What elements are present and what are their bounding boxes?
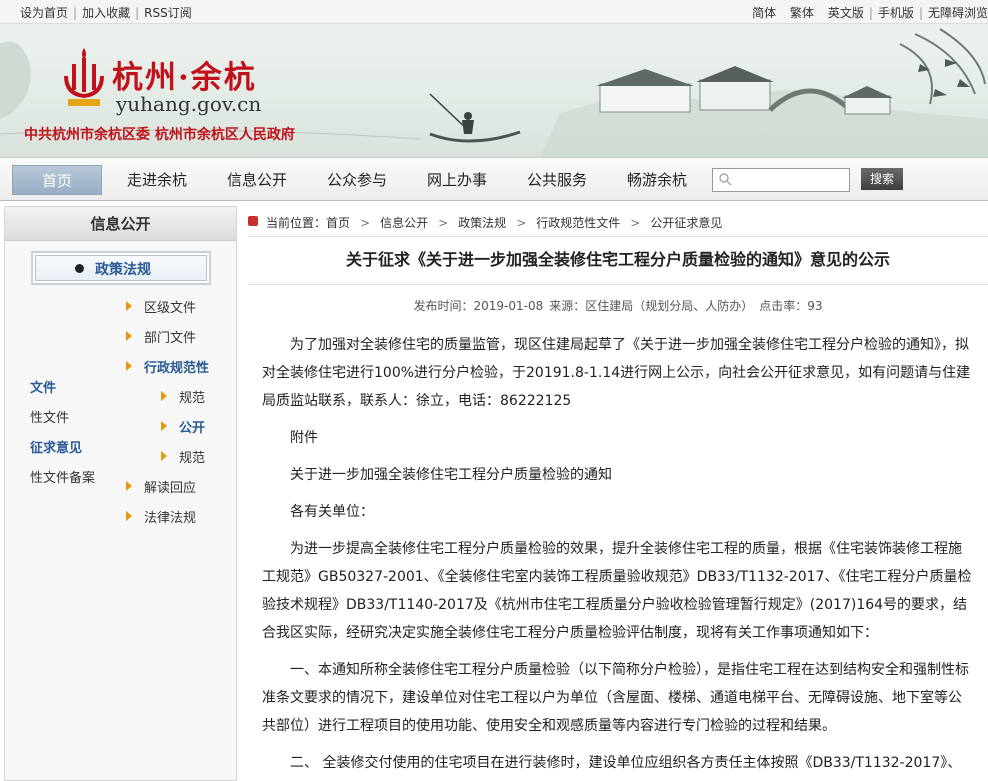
chevron-right-icon: >: [630, 216, 641, 230]
divider: |: [918, 6, 923, 20]
nav-about-yuhang[interactable]: 走进余杭: [112, 165, 202, 195]
breadcrumb-normative-docs[interactable]: 行政规范性文件: [536, 216, 620, 230]
article-paragraph: 为进一步提高全装修住宅工程分户质量检验的效果，提升全装修住宅工程的质量，根据《住…: [262, 541, 972, 641]
arrow-right-icon: [126, 481, 132, 491]
sidebar-item-interpretation[interactable]: 解读回应: [144, 477, 196, 496]
simplified-chinese-link[interactable]: 简体: [752, 6, 776, 20]
arrow-right-icon: [126, 361, 132, 371]
divider: [781, 6, 785, 20]
breadcrumb-solicit[interactable]: 公开征求意见: [650, 216, 722, 230]
publish-date: 发布时间：2019-01-08: [413, 299, 544, 313]
english-link[interactable]: 英文版: [828, 6, 864, 20]
accessibility-link[interactable]: 无障碍浏览: [928, 6, 988, 20]
arrow-right-icon: [126, 301, 132, 311]
sidebar-title: 信息公开: [5, 207, 236, 241]
breadcrumb-info-disclosure[interactable]: 信息公开: [380, 216, 428, 230]
nav-info-disclosure[interactable]: 信息公开: [212, 165, 302, 195]
site-banner: 杭州·余杭 yuhang.gov.cn 中共杭州市余杭区委 杭州市余杭区人民政府: [0, 24, 988, 157]
divider: |: [73, 6, 78, 20]
divider: [248, 236, 988, 237]
article-body: 为了加强对全装修住宅的质量监管，现区住建局起草了《关于进一步加强全装修住宅工程分…: [262, 331, 974, 781]
divider: [819, 6, 823, 20]
add-favorite-link[interactable]: 加入收藏: [82, 6, 130, 20]
top-utility-bar: 设为首页 | 加入收藏 | RSS订阅 简体 繁体 英文版 | 手机版 | 无障碍浏览: [0, 0, 988, 24]
breadcrumb: 当前位置：首页 > 信息公开 > 政策法规 > 行政规范性文件 > 公开征求意见: [248, 211, 988, 235]
top-right-links: 简体 繁体 英文版 | 手机版 | 无障碍浏览: [752, 4, 988, 21]
search-input[interactable]: [712, 168, 850, 192]
sidebar-item-normative-docs[interactable]: 行政规范性: [144, 357, 209, 376]
nav-online-services[interactable]: 网上办事: [412, 165, 502, 195]
set-homepage-link[interactable]: 设为首页: [20, 6, 68, 20]
top-left-links: 设为首页 | 加入收藏 | RSS订阅: [20, 4, 192, 21]
bullet-icon: [75, 264, 84, 273]
article-title: 关于征求《关于进一步加强全装修住宅工程分户质量检验的通知》意见的公示: [345, 250, 890, 269]
sidebar-subitem-regulation-1[interactable]: 规范: [179, 387, 205, 406]
site-logo-domain: yuhang.gov.cn: [116, 92, 262, 116]
nav-public-services[interactable]: 公共服务: [512, 165, 602, 195]
breadcrumb-prefix: 当前位置：: [266, 216, 327, 230]
sidebar-item-district-docs[interactable]: 区级文件: [144, 297, 196, 316]
divider: [248, 284, 988, 285]
sidebar: 信息公开 政策法规 区级文件 部门文件 行政规范性 文件 规范 性文件 公开 征…: [4, 206, 237, 781]
breadcrumb-home[interactable]: 首页: [326, 216, 350, 230]
chevron-right-icon: >: [360, 216, 371, 230]
sidebar-item-normative-fragment[interactable]: 性文件: [30, 407, 69, 426]
arrow-right-icon: [126, 511, 132, 521]
hangzhou-logo-icon: [64, 48, 104, 106]
sidebar-item-docs-fragment[interactable]: 文件: [30, 377, 56, 396]
main-content: 当前位置：首页 > 信息公开 > 政策法规 > 行政规范性文件 > 公开征求意见 关于征求《关于…: [248, 206, 988, 781]
article-paragraph: 为了加强对全装修住宅的质量监管，现区住建局起草了《关于进一步加强全装修住宅工程分…: [262, 337, 971, 409]
main-navigation: 首页 走进余杭 信息公开 公众参与 网上办事 公共服务 畅游余杭 搜索: [0, 157, 988, 201]
rss-link[interactable]: RSS订阅: [144, 6, 192, 20]
site-logo-chinese: 杭州·余杭: [112, 60, 257, 96]
sidebar-category-label: 政策法规: [95, 262, 151, 278]
article-paragraph: 一、本通知所称全装修住宅工程分户质量检验（以下简称分户检验），是指住宅工程在达到…: [262, 662, 969, 734]
arrow-right-icon: [161, 391, 167, 401]
sidebar-subitem-regulation-2[interactable]: 规范: [179, 447, 205, 466]
divider: |: [868, 6, 873, 20]
sidebar-item-department-docs[interactable]: 部门文件: [144, 327, 196, 346]
nav-tour-yuhang[interactable]: 畅游余杭: [612, 165, 702, 195]
hit-count: 点击率：93: [759, 299, 823, 313]
sidebar-item-laws[interactable]: 法律法规: [144, 507, 196, 526]
sidebar-subitem-public[interactable]: 公开: [179, 417, 205, 436]
sidebar-item-filing[interactable]: 性文件备案: [30, 467, 95, 486]
nav-home[interactable]: 首页: [12, 165, 102, 195]
article-paragraph: 各有关单位：: [290, 504, 374, 520]
article-paragraph: 附件: [290, 430, 318, 446]
arrow-right-icon: [126, 331, 132, 341]
arrow-right-icon: [161, 451, 167, 461]
arrow-right-icon: [161, 421, 167, 431]
divider: |: [135, 6, 140, 20]
attachment-link[interactable]: 关于进一步加强全装修住宅工程分户质量检验的通知: [262, 461, 974, 489]
chevron-right-icon: >: [438, 216, 449, 230]
article-paragraph: 二、 全装修交付使用的住宅项目在进行装修时，建设单位应组织各方责任主体按照《DB…: [290, 755, 962, 771]
chevron-right-icon: >: [516, 216, 527, 230]
search-button[interactable]: 搜索: [861, 168, 903, 190]
breadcrumb-policy[interactable]: 政策法规: [458, 216, 506, 230]
search-icon: [719, 173, 732, 186]
breadcrumb-trail: 当前位置：首页 > 信息公开 > 政策法规 > 行政规范性文件 > 公开征求意见: [266, 214, 722, 231]
traditional-chinese-link[interactable]: 繁体: [790, 6, 814, 20]
mobile-link[interactable]: 手机版: [878, 6, 914, 20]
article-meta: 发布时间：2019-01-08 来源：区住建局（规划分局、人防办） 点击率：93: [248, 297, 988, 314]
nav-public-participation[interactable]: 公众参与: [312, 165, 402, 195]
location-icon: [248, 216, 258, 226]
sidebar-category-policy[interactable]: 政策法规: [31, 251, 211, 285]
sidebar-item-solicit-opinions[interactable]: 征求意见: [30, 437, 82, 456]
article-source: 来源：区住建局（规划分局、人防办）: [549, 299, 754, 313]
site-subtitle: 中共杭州市余杭区委 杭州市余杭区人民政府: [24, 127, 295, 143]
